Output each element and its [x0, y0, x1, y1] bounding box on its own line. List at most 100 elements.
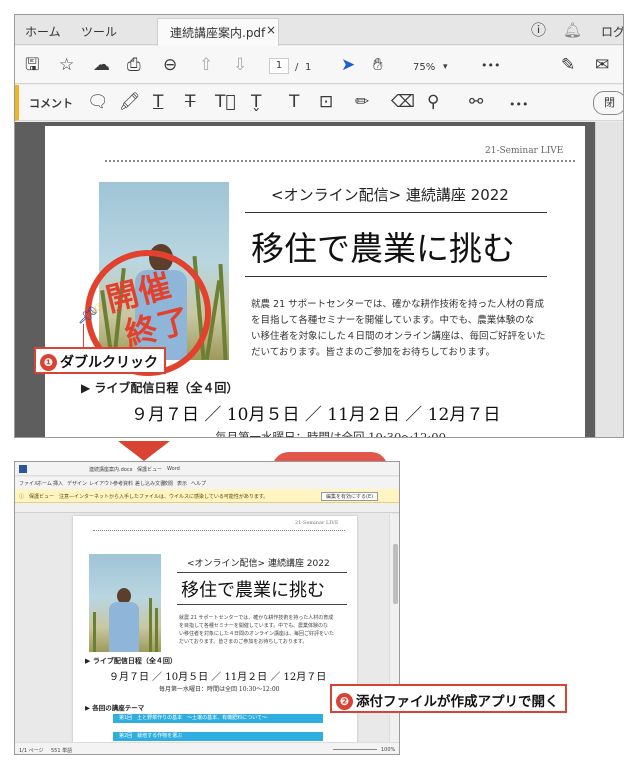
event-title: 移住で農業に挑む [251, 229, 515, 268]
scrollbar-thumb[interactable] [393, 544, 398, 604]
save-icon[interactable]: 🖫 [25, 55, 39, 75]
comment-more-icon[interactable]: ••• [509, 95, 528, 115]
acrobat-window: ホーム ツール 連続講座案内.pdf × ⓘ 🔔︎ ログ 🖫 ☆ ☁ ⎙ ⊖ ⇧… [14, 14, 624, 438]
tab-close-icon[interactable]: × [266, 23, 276, 37]
upload-cloud-icon[interactable]: ☁ [93, 55, 110, 75]
tagline: 21-Seminar LIVE [485, 146, 564, 156]
close-comment-button[interactable]: 閉 [593, 91, 623, 115]
bell-icon[interactable]: 🔔︎ [563, 20, 582, 40]
link-sign-icon[interactable]: ✎ [561, 55, 575, 75]
title-rule-bottom [245, 276, 547, 277]
menu-layout[interactable]: レイアウト [89, 480, 114, 487]
callout-2-text: 添付ファイルが作成アプリで開く [356, 694, 559, 710]
pencil-icon[interactable]: ✏ [355, 92, 369, 112]
dotted-divider [105, 160, 575, 162]
zoom-out-icon[interactable]: ⊖ [163, 55, 177, 75]
protected-view-message: 保護ビュー 注意—インターネットから入手したファイルは、ウイルスに感染している可… [29, 494, 269, 500]
more-tools-icon[interactable]: ••• [481, 56, 500, 76]
tab-document-label: 連続講座案内.pdf [170, 26, 266, 40]
page-down-icon[interactable]: ⇩ [233, 55, 247, 75]
menu-mailings[interactable]: 差し込み文書 [135, 480, 165, 487]
eraser-icon[interactable]: ⌫ [391, 92, 415, 112]
pdf-page: 21-Seminar LIVE <オンライン配信> 連続講座 2022 移住で農… [45, 126, 585, 438]
stamp-tool-icon[interactable]: ⚲ [427, 92, 439, 112]
menu-file[interactable]: ファイル [19, 480, 39, 487]
tab-document[interactable]: 連続講座案内.pdf × [157, 18, 279, 46]
word-schedule-dates: ９月７日 ／ 10月５日 ／ 11月２日 ／ 12月７日 [109, 672, 327, 683]
select-cursor-icon[interactable]: ➤ [341, 55, 355, 75]
document-viewport[interactable]: 21-Seminar LIVE <オンライン配信> 連続講座 2022 移住で農… [15, 122, 623, 438]
word-schedule-label: ▶ ライブ配信日程（全４回） [85, 657, 177, 665]
menu-home[interactable]: ホーム [37, 480, 52, 487]
word-status-bar: 1/1 ページ 551 単語 100% [15, 742, 399, 754]
replace-text-icon[interactable]: T⃞ [215, 92, 236, 112]
zoom-select[interactable]: 75% [413, 58, 435, 78]
key-icon: 🔑︎ [91, 304, 104, 315]
title-rule-top [245, 212, 547, 213]
theme-row-1: 第1回 土と野菜作りの基本 〜土壌の基本、有機肥料について〜 [113, 714, 323, 723]
tab-tools[interactable]: ツール [81, 23, 117, 40]
menu-insert[interactable]: 挿入 [53, 480, 63, 487]
text-box-icon[interactable]: ⊡ [319, 92, 333, 112]
word-theme-label: ▶ 各回の講座テーマ [85, 704, 145, 712]
zoom-dropdown-icon[interactable]: ▾ [443, 57, 448, 77]
enable-editing-button[interactable]: 編集を有効にする(E) [321, 492, 379, 501]
word-title-mode: 保護ビュー [137, 467, 163, 473]
menu-design[interactable]: デザイン [67, 480, 87, 487]
event-heading: <オンライン配信> 連続講座 2022 [271, 186, 509, 204]
callout-1-text: ダブルクリック [60, 355, 158, 371]
comment-label: コメント [29, 97, 73, 110]
callout-2-number: ❷ [336, 693, 353, 710]
strikethrough-icon[interactable]: T [185, 92, 195, 112]
word-title-rule-top [177, 572, 347, 573]
right-pane[interactable] [595, 122, 623, 437]
word-app-icon [19, 465, 27, 473]
word-event-heading: <オンライン配信> 連続講座 2022 [187, 559, 330, 569]
sticky-note-icon[interactable]: 🗨︎ [87, 92, 109, 112]
page-separator: / [295, 62, 299, 73]
page-number-input[interactable]: 1 [269, 58, 289, 74]
word-farmer-photo [89, 554, 161, 652]
attach-icon[interactable]: ⚯ [469, 92, 483, 112]
word-title-doc: 連続講座案内.docx [89, 467, 133, 473]
intro-line-4: だいております。皆さまのご参加をお待ちしております。 [251, 347, 495, 358]
schedule-note: 毎月第一水曜日：時間は全回 10:30〜12:00 [215, 430, 446, 438]
zoom-slider[interactable] [333, 749, 377, 750]
underline-text-icon[interactable]: T [153, 92, 163, 112]
login-link[interactable]: ログ [601, 23, 623, 40]
callout-opens-in-app: ❷ 添付ファイルが作成アプリで開く [330, 684, 567, 713]
protected-view-bar: ⓘ 保護ビュー 注意—インターネットから入手したファイルは、ウイルスに感染してい… [15, 489, 399, 503]
word-intro-line-4: だいております。皆さまのご参加をお待ちしております。 [179, 639, 308, 645]
word-ribbon-tabs: ファイル ホーム 挿入 デザイン レイアウト 参考資料 差し込み文書 校閲 表示… [15, 477, 399, 489]
menu-view[interactable]: 表示 [177, 480, 187, 487]
print-icon[interactable]: ⎙ [127, 55, 141, 75]
warning-icon: ⓘ [19, 494, 25, 500]
menu-references[interactable]: 参考資料 [113, 480, 133, 487]
acrobat-tab-bar: ホーム ツール 連続講座案内.pdf × ⓘ 🔔︎ ログ [15, 15, 623, 46]
star-icon[interactable]: ☆ [59, 55, 74, 75]
callout-1-number: ❶ [40, 354, 57, 371]
word-page[interactable]: 21-Seminar LIVE <オンライン配信> 連続講座 2022 移住で農… [73, 516, 357, 752]
hand-icon[interactable]: ✋︎ [373, 55, 383, 75]
highlight-icon[interactable]: 🖍︎ [119, 92, 141, 112]
theme-row-2: 第2回 栽培する作物を選ぶ [113, 732, 323, 741]
help-icon[interactable]: ⓘ [531, 20, 546, 40]
page-up-icon[interactable]: ⇧ [199, 55, 213, 75]
mail-icon[interactable]: ✉ [595, 55, 609, 75]
intro-line-1: 就農 21 サポートセンターでは、確かな耕作技術を持った人材の育成 [251, 299, 545, 310]
schedule-dates: ９月７日 ／ 10月５日 ／ 11月２日 ／ 12月７日 [131, 405, 501, 425]
insert-text-icon[interactable]: T̬ [251, 92, 261, 112]
menu-help[interactable]: ヘルプ [191, 480, 206, 487]
intro-line-2: を目指して各種セミナーを開催しています。中でも、農業体験のな [251, 315, 535, 326]
word-intro-line-1: 就農 21 サポートセンターでは、確かな耕作技術を持った人材の育成 [179, 615, 334, 621]
ruler [15, 503, 399, 513]
callout-double-click: ❶ ダブルクリック [34, 347, 166, 374]
status-words: 551 単語 [51, 748, 73, 754]
menu-review[interactable]: 校閲 [163, 480, 173, 487]
screenshot-root: ホーム ツール 連続講座案内.pdf × ⓘ 🔔︎ ログ 🖫 ☆ ☁ ⎙ ⊖ ⇧… [0, 0, 638, 767]
word-schedule-note: 毎月第一水曜日：時間は全回 10:30〜12:00 [159, 686, 280, 693]
status-zoom[interactable]: 100% [381, 747, 395, 753]
add-text-icon[interactable]: T [289, 92, 299, 112]
word-tagline: 21-Seminar LIVE [295, 520, 339, 526]
tab-home[interactable]: ホーム [25, 23, 61, 40]
